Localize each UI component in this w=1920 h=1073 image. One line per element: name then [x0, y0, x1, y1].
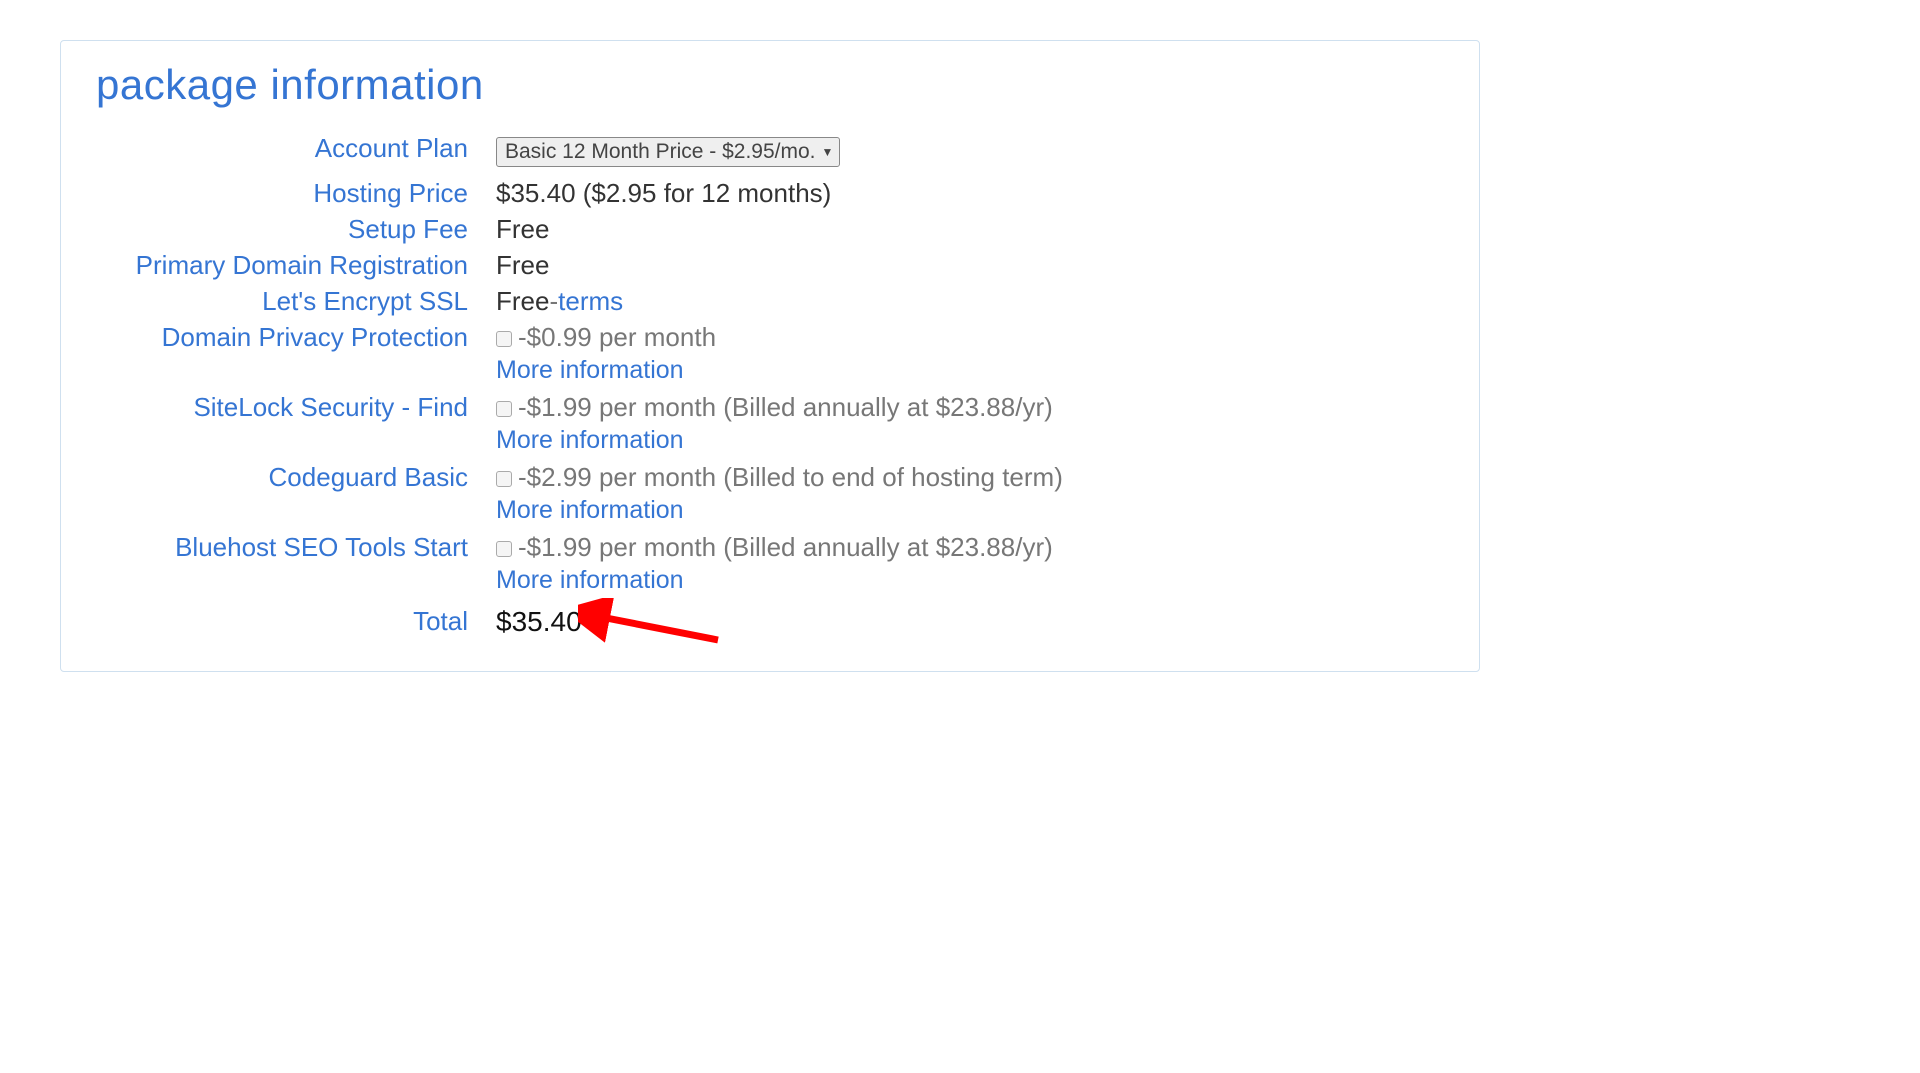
row-codeguard-more: More information — [96, 496, 1444, 525]
seo-tools-price: $1.99 per month (Billed annually at $23.… — [527, 532, 1053, 563]
ssl-free-text: Free — [496, 286, 549, 317]
row-hosting-price: Hosting Price $35.40 ($2.95 for 12 month… — [96, 176, 1444, 209]
label-hosting-price: Hosting Price — [96, 176, 496, 209]
label-codeguard: Codeguard Basic — [96, 460, 496, 493]
label-primary-domain: Primary Domain Registration — [96, 248, 496, 281]
value-setup-fee: Free — [496, 212, 549, 245]
row-account-plan: Account Plan Basic 12 Month Price - $2.9… — [96, 131, 1444, 173]
domain-privacy-more-info-link[interactable]: More information — [496, 356, 684, 385]
package-information-panel: package information Account Plan Basic 1… — [60, 40, 1480, 672]
value-hosting-price: $35.40 ($2.95 for 12 months) — [496, 176, 831, 209]
codeguard-price: $2.99 per month (Billed to end of hostin… — [527, 462, 1063, 493]
total-value: $35.40 — [496, 606, 582, 638]
value-codeguard: - $2.99 per month (Billed to end of host… — [496, 460, 1063, 493]
label-sitelock: SiteLock Security - Find — [96, 390, 496, 423]
row-codeguard: Codeguard Basic - $2.99 per month (Bille… — [96, 460, 1444, 493]
account-plan-select[interactable]: Basic 12 Month Price - $2.95/mo. ▼ — [496, 137, 840, 167]
label-domain-privacy: Domain Privacy Protection — [96, 320, 496, 353]
row-sitelock-more: More information — [96, 426, 1444, 455]
value-domain-privacy: - $0.99 per month — [496, 320, 716, 353]
account-plan-select-value: Basic 12 Month Price - $2.95/mo. — [505, 140, 815, 164]
panel-title: package information — [96, 61, 1444, 109]
row-ssl: Let's Encrypt SSL Free - terms — [96, 284, 1444, 317]
row-domain-privacy-more: More information — [96, 356, 1444, 385]
label-seo-tools: Bluehost SEO Tools Start — [96, 530, 496, 563]
value-ssl: Free - terms — [496, 284, 623, 317]
domain-privacy-price: $0.99 per month — [527, 322, 716, 353]
value-sitelock: - $1.99 per month (Billed annually at $2… — [496, 390, 1053, 423]
value-account-plan: Basic 12 Month Price - $2.95/mo. ▼ — [496, 131, 840, 173]
codeguard-dash: - — [518, 462, 527, 493]
domain-privacy-dash: - — [518, 322, 527, 353]
label-account-plan: Account Plan — [96, 131, 496, 164]
value-total-wrap: $35.40 — [496, 604, 582, 638]
ssl-dash: - — [549, 286, 558, 317]
chevron-down-icon: ▼ — [821, 145, 833, 159]
label-total: Total — [96, 604, 496, 637]
value-seo-tools: - $1.99 per month (Billed annually at $2… — [496, 530, 1053, 563]
label-ssl: Let's Encrypt SSL — [96, 284, 496, 317]
row-seo-tools: Bluehost SEO Tools Start - $1.99 per mon… — [96, 530, 1444, 563]
label-setup-fee: Setup Fee — [96, 212, 496, 245]
seo-tools-dash: - — [518, 532, 527, 563]
ssl-terms-link[interactable]: terms — [558, 286, 623, 317]
seo-tools-more-info-link[interactable]: More information — [496, 566, 684, 595]
domain-privacy-checkbox[interactable] — [496, 331, 512, 347]
codeguard-more-info-link[interactable]: More information — [496, 496, 684, 525]
row-primary-domain: Primary Domain Registration Free — [96, 248, 1444, 281]
sitelock-checkbox[interactable] — [496, 401, 512, 417]
row-total: Total $35.40 — [96, 604, 1444, 638]
row-seo-tools-more: More information — [96, 566, 1444, 595]
seo-tools-checkbox[interactable] — [496, 541, 512, 557]
annotation-arrow-icon — [578, 598, 738, 658]
row-domain-privacy: Domain Privacy Protection - $0.99 per mo… — [96, 320, 1444, 353]
row-sitelock: SiteLock Security - Find - $1.99 per mon… — [96, 390, 1444, 423]
sitelock-dash: - — [518, 392, 527, 423]
value-primary-domain: Free — [496, 248, 549, 281]
row-setup-fee: Setup Fee Free — [96, 212, 1444, 245]
codeguard-checkbox[interactable] — [496, 471, 512, 487]
sitelock-more-info-link[interactable]: More information — [496, 426, 684, 455]
sitelock-price: $1.99 per month (Billed annually at $23.… — [527, 392, 1053, 423]
